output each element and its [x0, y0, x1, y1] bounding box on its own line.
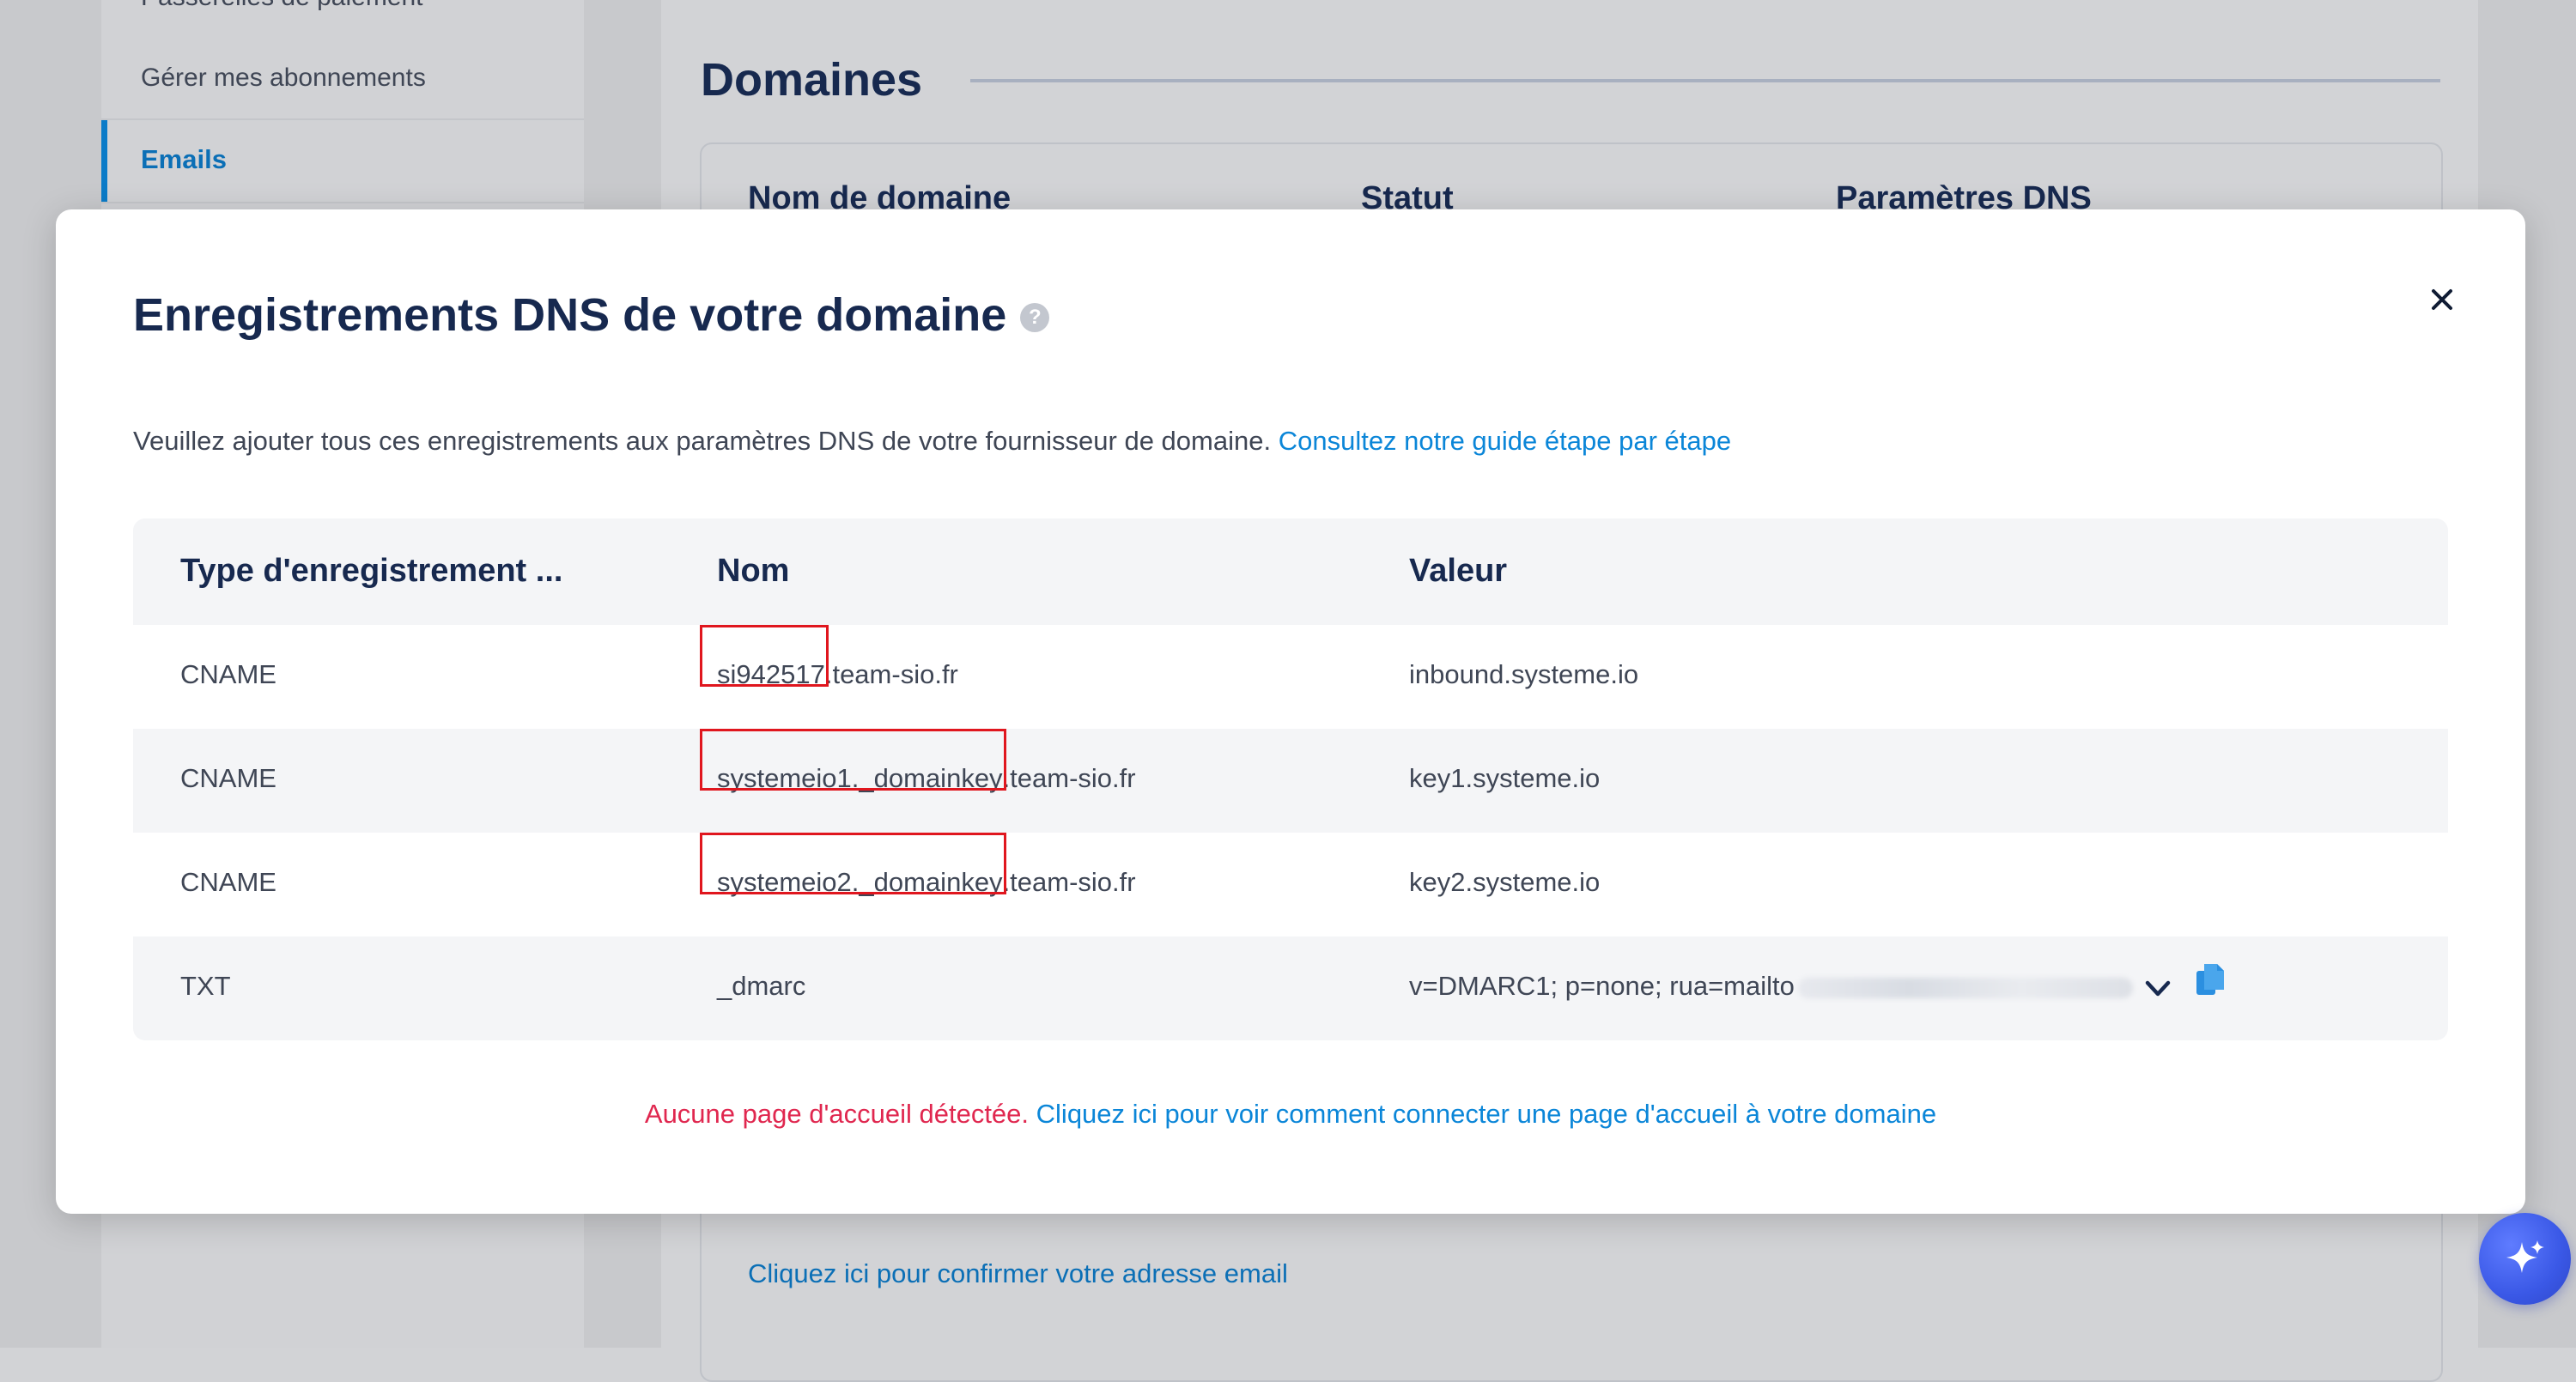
landing-page-notice: Aucune page d'accueil détectée. Cliquez … — [56, 1099, 2525, 1130]
record-name: systemeio1._domainkey .team-sio.fr — [700, 729, 1136, 794]
close-button[interactable] — [2421, 278, 2464, 321]
section-title-rule — [970, 79, 2440, 82]
record-name: _dmarc — [717, 971, 806, 1001]
table-row: CNAME systemeio1._domainkey .team-sio.fr … — [133, 729, 2448, 833]
column-header-name: Nom — [717, 553, 790, 589]
record-name: si942517 .team-sio.fr — [700, 625, 958, 690]
ai-assistant-button[interactable] — [2479, 1213, 2571, 1305]
record-name: systemeio2._domainkey .team-sio.fr — [700, 833, 1136, 898]
record-name-suffix: .team-sio.fr — [1002, 867, 1136, 897]
sidebar-item-payment-gateways[interactable]: Passerelles de paiement — [141, 0, 423, 12]
column-header-type: Type d'enregistrement ... — [180, 553, 563, 589]
modal-instructions: Veuillez ajouter tous ces enregistrement… — [133, 426, 1731, 457]
dns-records-table: Type d'enregistrement ... Nom Valeur CNA… — [133, 518, 2448, 1040]
sidebar-item-label: Emails — [141, 144, 227, 174]
record-name-suffix: .team-sio.fr — [1002, 763, 1136, 793]
record-name-prefix: systemeio1._domainkey — [700, 729, 1006, 794]
table-row: TXT _dmarc v=DMARC1; p=none; rua=mailto — [133, 936, 2448, 1040]
sidebar-divider — [101, 202, 584, 203]
record-type: CNAME — [180, 867, 276, 897]
record-name-prefix: systemeio2._domainkey — [700, 833, 1006, 898]
help-circle-icon[interactable]: ? — [1020, 303, 1050, 332]
chevron-down-icon[interactable] — [2141, 971, 2175, 1005]
record-value: key2.systeme.io — [1409, 867, 1601, 897]
connect-landing-page-link[interactable]: Cliquez ici pour voir comment connecter … — [1036, 1099, 1936, 1129]
record-name-prefix: si942517 — [700, 625, 829, 690]
sidebar-item-subscriptions[interactable]: Gérer mes abonnements — [141, 64, 426, 93]
table-header: Type d'enregistrement ... Nom Valeur — [133, 518, 2448, 625]
modal-header: Enregistrements DNS de votre domaine ? — [133, 288, 1050, 342]
no-landing-page-warning: Aucune page d'accueil détectée. — [644, 1099, 1030, 1129]
record-type: CNAME — [180, 659, 276, 689]
table-row: CNAME systemeio2._domainkey .team-sio.fr … — [133, 833, 2448, 936]
record-type: CNAME — [180, 763, 276, 793]
sidebar-item-emails[interactable]: Emails — [101, 120, 584, 202]
record-name-suffix: .team-sio.fr — [824, 659, 958, 689]
table-row: CNAME si942517 .team-sio.fr inbound.syste… — [133, 625, 2448, 729]
modal-title: Enregistrements DNS de votre domaine — [133, 289, 1007, 341]
record-type: TXT — [180, 971, 231, 1001]
confirm-email-link[interactable]: Cliquez ici pour confirmer votre adresse… — [748, 1258, 1288, 1289]
active-indicator — [101, 120, 107, 202]
record-value: inbound.systeme.io — [1409, 659, 1639, 689]
section-title: Domaines — [701, 54, 923, 106]
record-value: key1.systeme.io — [1409, 763, 1601, 793]
copy-icon[interactable] — [2193, 962, 2227, 1000]
record-value-text: v=DMARC1; p=none; rua=mailto — [1409, 971, 1795, 1001]
close-icon — [2432, 289, 2452, 310]
record-value: v=DMARC1; p=none; rua=mailto — [1409, 971, 2133, 1002]
dns-records-modal: Enregistrements DNS de votre domaine ? V… — [56, 209, 2525, 1214]
instructions-text: Veuillez ajouter tous ces enregistrement… — [133, 426, 1272, 456]
sparkles-icon — [2506, 1240, 2544, 1273]
guide-link[interactable]: Consultez notre guide étape par étape — [1279, 426, 1731, 456]
column-header-value: Valeur — [1409, 553, 1508, 589]
blurred-email — [1797, 977, 2133, 998]
